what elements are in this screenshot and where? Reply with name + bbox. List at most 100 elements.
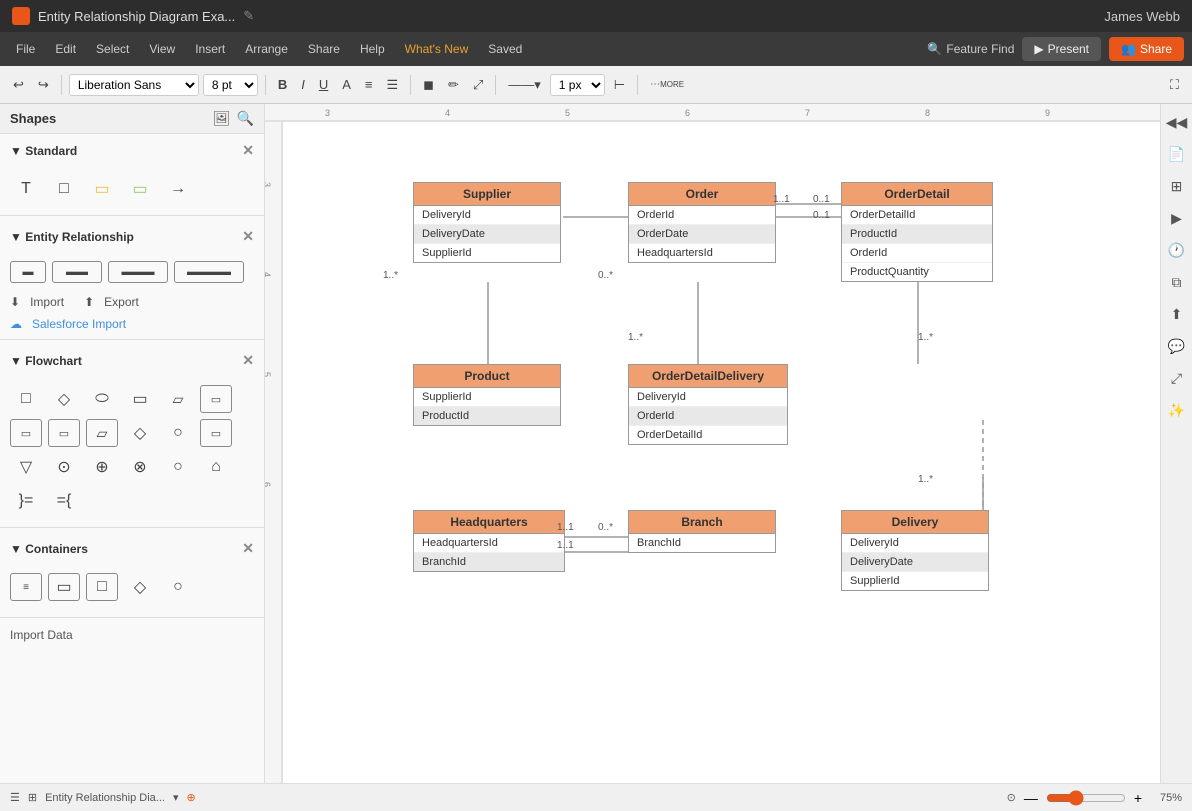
fc-para[interactable]: ▱ — [162, 385, 194, 413]
panel-expand-btn[interactable]: ◀◀ — [1165, 110, 1189, 134]
orderdetail-entity[interactable]: OrderDetail OrderDetailId ProductId Orde… — [841, 182, 993, 282]
menu-edit[interactable]: Edit — [47, 38, 84, 60]
fc-x-circle[interactable]: ⊗ — [124, 453, 156, 481]
zoom-out-button[interactable]: — — [1024, 790, 1038, 806]
fc-rect2[interactable]: ▭ — [200, 385, 232, 413]
fc-process[interactable]: ▭ — [124, 385, 156, 413]
fc-brace-right[interactable]: }= — [10, 487, 42, 515]
panel-page-btn[interactable]: 📄 — [1165, 142, 1189, 166]
waypoint-button[interactable]: ⊢ — [609, 74, 630, 96]
menu-insert[interactable]: Insert — [187, 38, 233, 60]
menu-file[interactable]: File — [8, 38, 43, 60]
panel-magic-btn[interactable]: ✨ — [1165, 398, 1189, 422]
panel-chat-btn[interactable]: 💬 — [1165, 334, 1189, 358]
font-size-select[interactable]: 8 pt — [203, 74, 258, 96]
fc-diamond[interactable]: ◇ — [48, 385, 80, 413]
cont-ellipse[interactable]: ○ — [162, 573, 194, 601]
order-entity[interactable]: Order OrderId OrderDate HeadquartersId — [628, 182, 776, 263]
bold-button[interactable]: B — [273, 74, 292, 95]
fc-rect5[interactable]: ▭ — [200, 419, 232, 447]
fc-house[interactable]: ⌂ — [200, 453, 232, 481]
orderdetaildelivery-entity[interactable]: OrderDetailDelivery DeliveryId OrderId O… — [628, 364, 788, 445]
er-shape-2[interactable]: ▬▬ — [52, 261, 102, 283]
fc-rect3[interactable]: ▭ — [10, 419, 42, 447]
font-color-button[interactable]: A — [337, 74, 356, 95]
flowchart-section-close[interactable]: ✕ — [242, 352, 254, 369]
rect-shape[interactable]: □ — [48, 175, 80, 203]
menu-view[interactable]: View — [141, 38, 183, 60]
text-align-button[interactable]: ☰ — [381, 74, 403, 96]
er-shape-1[interactable]: ▬ — [10, 261, 46, 283]
image-search-icon[interactable]: 🖼 — [213, 110, 231, 127]
italic-button[interactable]: I — [296, 74, 310, 95]
er-section-close[interactable]: ✕ — [242, 228, 254, 245]
diagram-tab-label[interactable]: Entity Relationship Dia... — [45, 792, 165, 804]
text-shape[interactable]: T — [10, 175, 42, 203]
edit-title-icon[interactable]: ✎ — [243, 8, 254, 24]
fullscreen-button[interactable]: ⛶ — [1165, 74, 1184, 96]
align-left-button[interactable]: ≡ — [360, 74, 378, 95]
fc-para2[interactable]: ▱ — [86, 419, 118, 447]
export-button[interactable]: Export — [104, 295, 139, 309]
fill-color-button[interactable]: ◼ — [418, 74, 439, 96]
er-shape-4[interactable]: ▬▬▬▬ — [174, 261, 244, 283]
panel-table-btn[interactable]: ⊞ — [1165, 174, 1189, 198]
redo-button[interactable]: ↪ — [33, 74, 54, 96]
cont-square[interactable]: □ — [86, 573, 118, 601]
fc-circle2[interactable]: ⊙ — [48, 453, 80, 481]
cont-diamond[interactable]: ◇ — [124, 573, 156, 601]
fc-triangle[interactable]: ▽ — [10, 453, 42, 481]
present-button[interactable]: ▶ Present — [1022, 37, 1101, 61]
share-button[interactable]: 👥 Share — [1109, 37, 1184, 61]
zoom-in-button[interactable]: + — [1134, 790, 1142, 806]
font-family-select[interactable]: Liberation Sans — [69, 74, 199, 96]
arrow-shape[interactable]: → — [162, 175, 194, 203]
fc-rect[interactable]: □ — [10, 385, 42, 413]
panel-clock-btn[interactable]: 🕐 — [1165, 238, 1189, 262]
fc-rect4[interactable]: ▭ — [48, 419, 80, 447]
containers-section-close[interactable]: ✕ — [242, 540, 254, 557]
diagram-canvas[interactable]: Supplier DeliveryId DeliveryDate Supplie… — [283, 122, 1142, 783]
delivery-entity[interactable]: Delivery DeliveryId DeliveryDate Supplie… — [841, 510, 989, 591]
diagram-list-icon[interactable]: ☰ — [10, 791, 20, 804]
fit-page-icon[interactable]: ⊙ — [1007, 791, 1016, 804]
menu-select[interactable]: Select — [88, 38, 137, 60]
underline-button[interactable]: U — [314, 74, 333, 95]
note-shape[interactable]: ▭ — [86, 175, 118, 203]
menu-share[interactable]: Share — [300, 38, 348, 60]
cont-list[interactable]: ≡ — [10, 573, 42, 601]
flowchart-section-header[interactable]: ▼ Flowchart ✕ — [0, 344, 264, 377]
panel-share-btn[interactable]: ⤢ — [1165, 366, 1189, 390]
connection-style-button[interactable]: ⤢ — [468, 74, 488, 96]
fc-circle[interactable]: ○ — [162, 419, 194, 447]
er-shape-3[interactable]: ▬▬▬ — [108, 261, 168, 283]
line-width-select[interactable]: 1 px — [550, 74, 605, 96]
search-shapes-icon[interactable]: 🔍 — [237, 110, 254, 127]
salesforce-import-button[interactable]: Salesforce Import — [32, 317, 126, 331]
menu-arrange[interactable]: Arrange — [237, 38, 296, 60]
colored-rect-shape[interactable]: ▭ — [124, 175, 156, 203]
import-data-button[interactable]: Import Data — [10, 628, 73, 642]
import-button[interactable]: Import — [30, 295, 64, 309]
containers-section-header[interactable]: ▼ Containers ✕ — [0, 532, 264, 565]
menu-whats-new[interactable]: What's New — [397, 38, 477, 60]
cont-rect[interactable]: ▭ — [48, 573, 80, 601]
panel-video-btn[interactable]: ▶ — [1165, 206, 1189, 230]
standard-section-header[interactable]: ▼ Standard ✕ — [0, 134, 264, 167]
feature-find-button[interactable]: 🔍 Feature Find — [927, 42, 1014, 56]
product-entity[interactable]: Product SupplierId ProductId — [413, 364, 561, 426]
canvas-area[interactable]: 3 4 5 6 7 8 9 3 4 5 6 — [265, 104, 1160, 783]
headquarters-entity[interactable]: Headquarters HeadquartersId BranchId — [413, 510, 565, 572]
fc-brace-left[interactable]: ={ — [48, 487, 80, 515]
standard-section-close[interactable]: ✕ — [242, 142, 254, 159]
menu-help[interactable]: Help — [352, 38, 393, 60]
diagram-dropdown-icon[interactable]: ▾ — [173, 791, 179, 804]
zoom-level-label[interactable]: 75% — [1150, 792, 1182, 804]
er-section-header[interactable]: ▼ Entity Relationship ✕ — [0, 220, 264, 253]
undo-button[interactable]: ↩ — [8, 74, 29, 96]
more-button[interactable]: ⋯MORE — [645, 76, 689, 93]
stroke-color-button[interactable]: ✏ — [443, 74, 464, 96]
panel-layers-btn[interactable]: ⧉ — [1165, 270, 1189, 294]
line-style-select[interactable]: ——▾ — [503, 74, 546, 96]
fc-plus-circle[interactable]: ⊕ — [86, 453, 118, 481]
